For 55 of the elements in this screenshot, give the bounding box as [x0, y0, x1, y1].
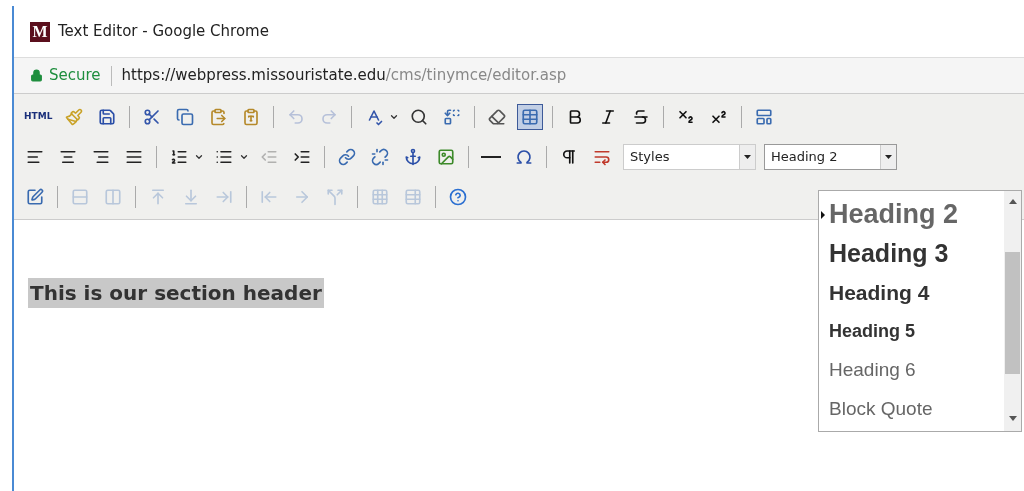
format-option[interactable]: Heading 3 — [819, 234, 1004, 273]
align-right-icon — [92, 148, 110, 166]
format-select[interactable]: Styles — [623, 144, 756, 170]
brush-icon — [65, 108, 84, 126]
help-icon — [449, 188, 467, 206]
subscript-icon — [677, 108, 696, 126]
format-option[interactable]: Heading 4 — [819, 273, 1004, 312]
format-option[interactable]: Heading 6 — [819, 351, 1004, 390]
anchor-icon — [404, 148, 422, 166]
paste-text-icon — [242, 108, 261, 126]
eraser-icon — [488, 108, 507, 126]
caret-icon[interactable] — [194, 152, 204, 162]
numbered-list-icon — [170, 148, 188, 166]
paste-icon — [209, 108, 228, 126]
scroll-thumb[interactable] — [1005, 252, 1020, 374]
format-option[interactable]: Heading 5 — [819, 312, 1004, 351]
superscript-icon — [710, 108, 729, 126]
format-option[interactable]: Block Quote — [819, 390, 1004, 429]
format-select[interactable]: Heading 2 — [764, 144, 897, 170]
align-left-icon — [26, 148, 44, 166]
selected-arrow-icon — [821, 210, 825, 219]
image-icon — [437, 148, 455, 166]
bullet-list-icon — [215, 148, 233, 166]
lock-icon — [30, 69, 43, 82]
align-justify-icon — [125, 148, 143, 166]
strikethrough-icon — [632, 108, 651, 126]
app-logo: M — [30, 21, 50, 42]
cut-icon — [143, 108, 162, 126]
section-header: This is our section header — [28, 278, 324, 308]
align-center-icon — [59, 148, 77, 166]
omega-icon — [515, 148, 533, 166]
html-button[interactable]: HTML — [22, 110, 55, 124]
scrollbar[interactable] — [1004, 191, 1021, 431]
save-icon — [98, 108, 117, 126]
caret-icon — [885, 155, 892, 159]
url-text[interactable]: https://webpress.missouristate.edu/cms/tinymce/editor.asp — [121, 64, 567, 87]
window-title: Text Editor - Google Chrome — [58, 21, 269, 43]
security-label: Secure — [49, 65, 101, 87]
format-option[interactable]: Heading 2 — [819, 195, 1004, 234]
search-icon — [410, 108, 429, 126]
scroll-down-icon[interactable] — [1008, 416, 1017, 421]
outdent-icon — [260, 148, 278, 166]
horizontal-rule-icon — [481, 156, 501, 158]
caret-icon[interactable] — [389, 112, 400, 122]
scroll-up-icon[interactable] — [1008, 199, 1017, 204]
table-icon — [521, 108, 540, 126]
pilcrow-icon — [560, 148, 578, 166]
copy-icon — [176, 108, 195, 126]
undo-icon — [287, 108, 306, 126]
caret-icon[interactable] — [239, 152, 249, 162]
redo-icon — [320, 108, 339, 126]
indent-icon — [293, 148, 311, 166]
unlink-icon — [371, 148, 389, 166]
caret-icon — [744, 155, 751, 159]
link-icon — [338, 148, 356, 166]
